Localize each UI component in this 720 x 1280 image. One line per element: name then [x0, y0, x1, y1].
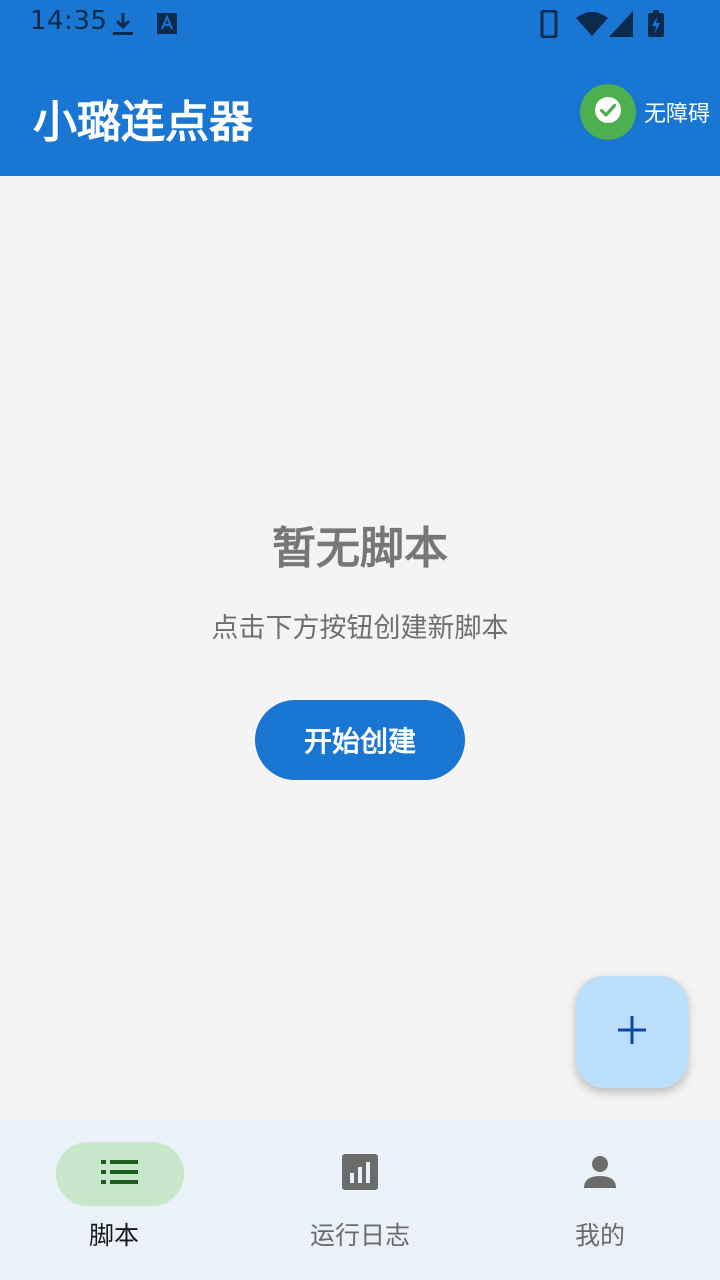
- empty-state-title: 暂无脚本: [272, 523, 448, 574]
- nav-icon-container: [536, 1142, 664, 1206]
- accessibility-badge: [579, 84, 636, 140]
- bottom-navigation: 脚本 运行日志 我的: [0, 1120, 720, 1280]
- app-title: 小璐连点器: [33, 97, 253, 148]
- signal-icon: [608, 10, 634, 42]
- nav-label-scripts: 脚本: [88, 1221, 139, 1250]
- status-time: 14:35: [30, 6, 108, 36]
- nav-item-run-log[interactable]: 运行日志: [240, 1120, 480, 1280]
- bar-chart-icon: [341, 1153, 379, 1195]
- download-icon: [110, 10, 136, 42]
- check-circle-icon: [593, 95, 623, 129]
- nav-active-indicator: [56, 1142, 184, 1206]
- screen: 14:35 小璐连点器 无障碍 暂无脚本 点击下方按钮创建新脚本 开始创建 脚本…: [0, 0, 720, 1280]
- list-icon: [101, 1159, 139, 1189]
- wifi-icon: [576, 10, 608, 42]
- add-script-fab[interactable]: [576, 976, 688, 1088]
- battery-charging-icon: [647, 10, 665, 42]
- text-a-icon: [156, 10, 178, 40]
- nav-icon-container: [296, 1142, 424, 1206]
- accessibility-label: 无障碍: [643, 102, 710, 127]
- plus-icon: [615, 1013, 649, 1051]
- phone-icon: [540, 9, 558, 42]
- nav-label-mine: 我的: [574, 1221, 625, 1250]
- app-bar: 小璐连点器 无障碍: [0, 48, 720, 176]
- accessibility-status[interactable]: 无障碍: [579, 84, 710, 140]
- nav-item-mine[interactable]: 我的: [480, 1120, 720, 1280]
- empty-state-subtitle: 点击下方按钮创建新脚本: [211, 613, 509, 644]
- nav-label-run-log: 运行日志: [309, 1221, 410, 1250]
- status-bar: 14:35: [0, 0, 720, 48]
- person-icon: [582, 1154, 618, 1194]
- start-create-button[interactable]: 开始创建: [255, 700, 465, 780]
- nav-item-scripts[interactable]: 脚本: [0, 1120, 240, 1280]
